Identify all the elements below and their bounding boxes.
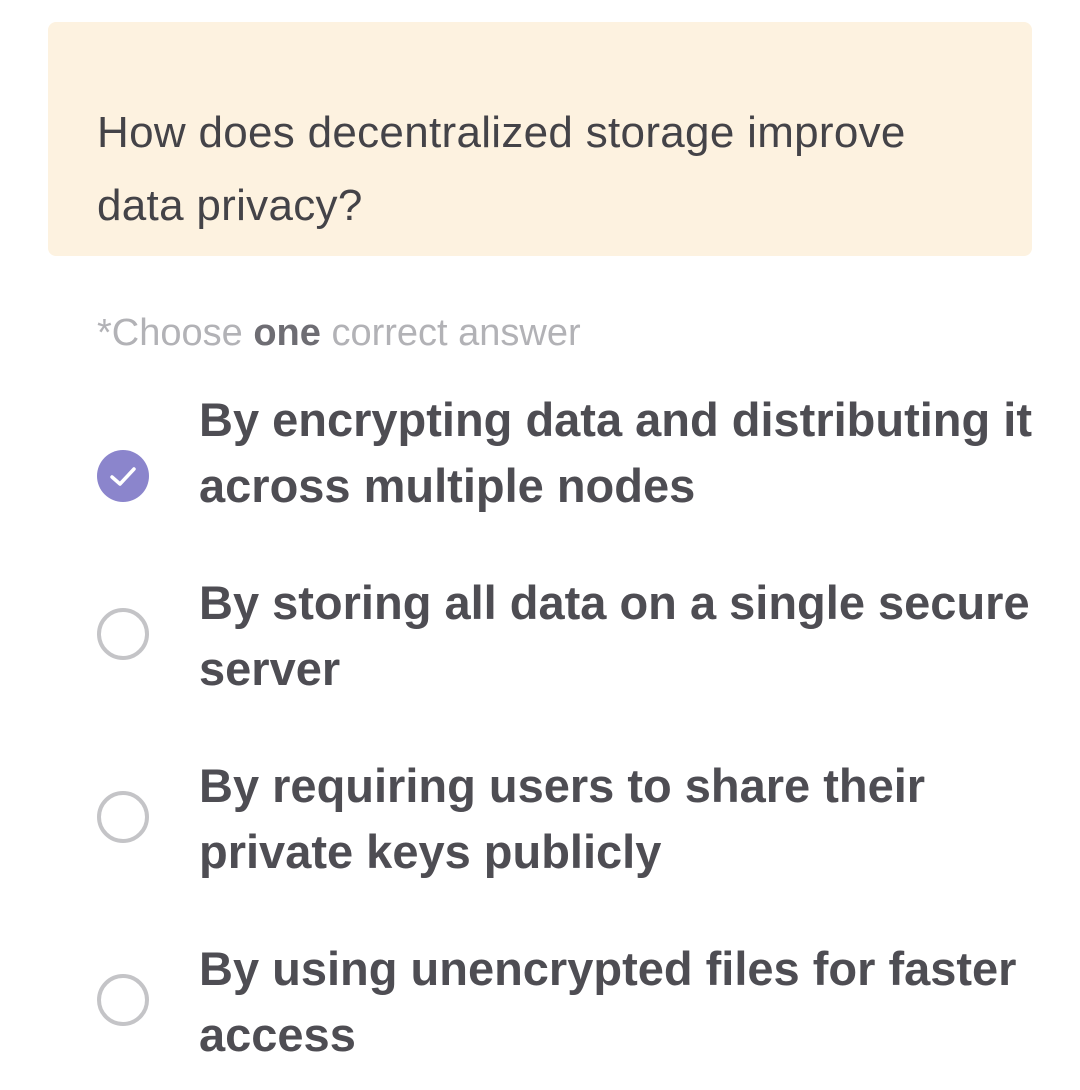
answer-option-1[interactable]: By encrypting data and distributing it a… <box>0 390 1080 530</box>
radio-empty-icon[interactable] <box>97 791 149 843</box>
answer-option-label: By requiring users to share their privat… <box>199 759 926 878</box>
check-icon <box>110 467 136 486</box>
instruction-suffix: correct answer <box>320 312 581 354</box>
answer-option-3[interactable]: By requiring users to share their privat… <box>0 756 1080 896</box>
question-text: How does decentralized storage improve d… <box>97 108 906 230</box>
answer-option-label: By using unencrypted files for faster ac… <box>199 942 1017 1061</box>
radio-empty-icon[interactable] <box>97 608 149 660</box>
answer-option-2[interactable]: By storing all data on a single secure s… <box>0 573 1080 713</box>
answer-option-label: By encrypting data and distributing it a… <box>199 393 1032 512</box>
instruction-prefix: *Choose <box>97 312 254 354</box>
answer-option-label: By storing all data on a single secure s… <box>199 576 1030 695</box>
radio-empty-icon[interactable] <box>97 974 149 1026</box>
question-card: How does decentralized storage improve d… <box>48 22 1032 256</box>
instruction-emphasis: one <box>253 312 321 354</box>
answer-option-4[interactable]: By using unencrypted files for faster ac… <box>0 939 1080 1079</box>
radio-checked-icon[interactable] <box>97 450 149 502</box>
quiz-screen: How does decentralized storage improve d… <box>0 0 1080 1090</box>
instruction-text: *Choose one correct answer <box>97 308 581 358</box>
